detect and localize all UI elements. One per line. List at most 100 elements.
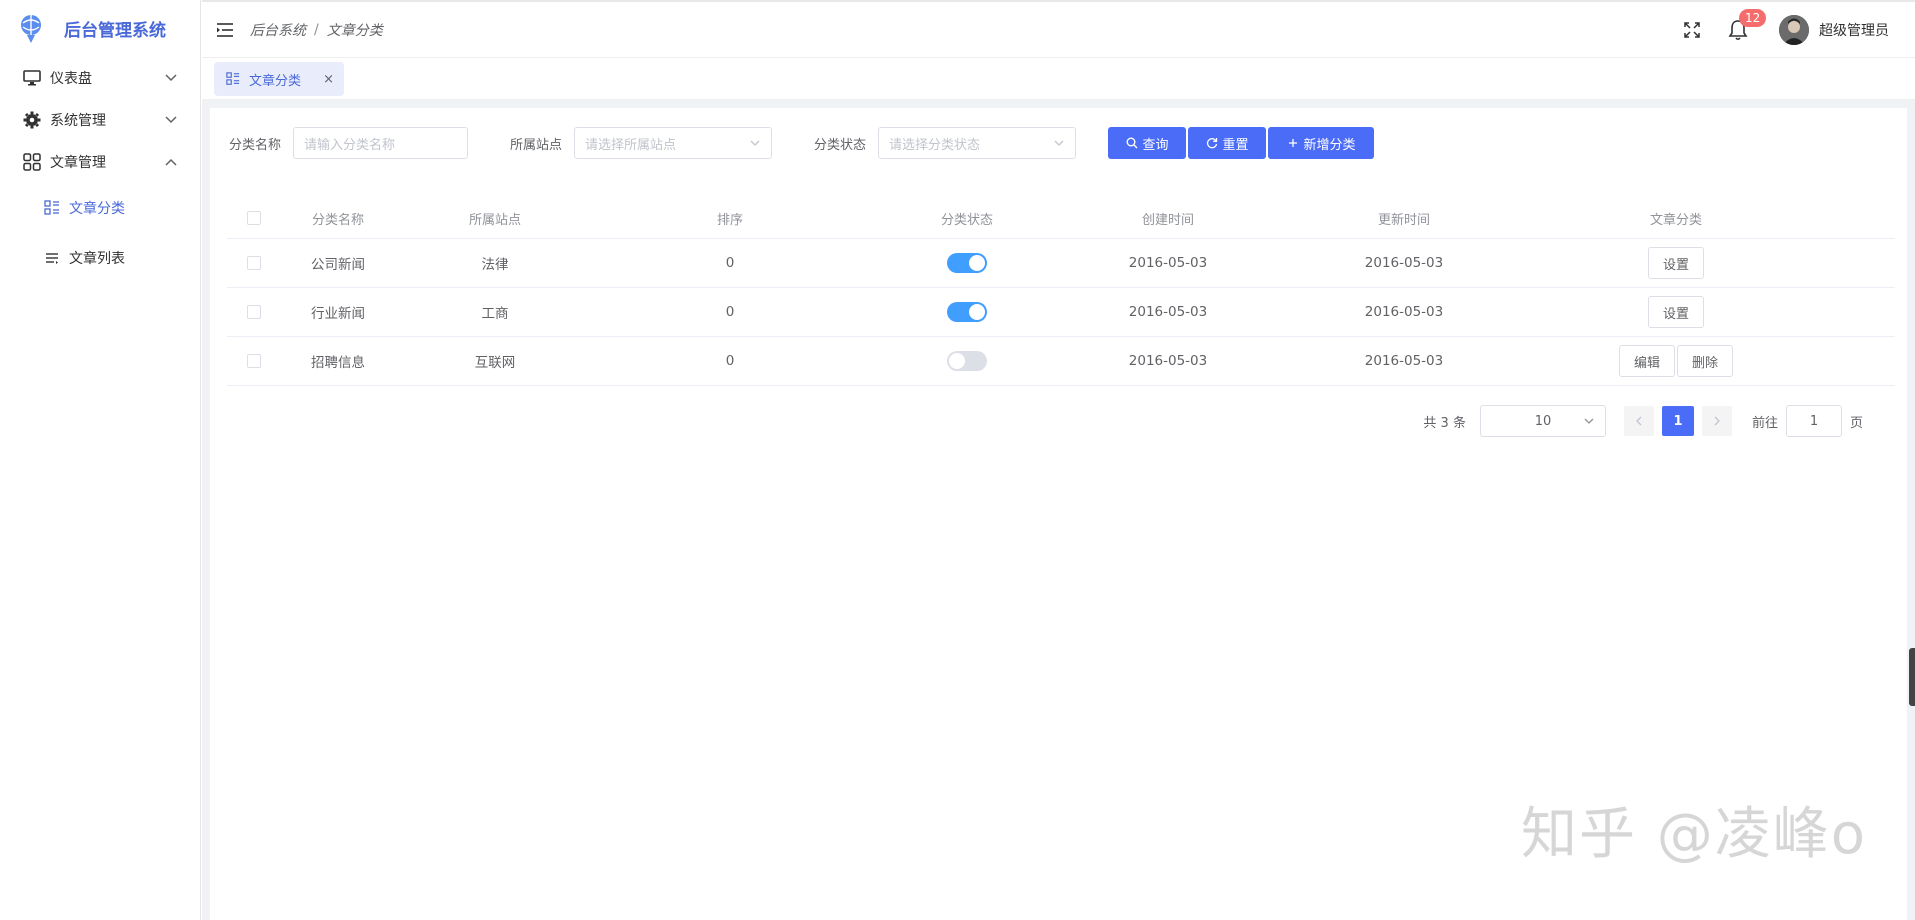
sidebar-subitem-label: 文章列表 bbox=[69, 251, 125, 267]
column-header: 分类状态 bbox=[940, 212, 993, 228]
row-checkbox[interactable] bbox=[246, 354, 261, 368]
gear-icon bbox=[22, 110, 42, 130]
breadcrumb-item[interactable]: 后台系统 bbox=[250, 20, 306, 40]
chevron-up-icon bbox=[164, 155, 178, 169]
settings-button[interactable]: 设置 bbox=[1647, 247, 1704, 279]
logo[interactable]: 后台管理系统 bbox=[0, 0, 200, 57]
top-header: 后台系统 / 文章分类 12 超级管理员 bbox=[202, 0, 1915, 58]
close-icon[interactable]: × bbox=[323, 72, 334, 87]
column-header: 创建时间 bbox=[1141, 212, 1194, 228]
sidebar-item-label: 系统管理 bbox=[50, 113, 106, 129]
refresh-icon bbox=[1206, 137, 1219, 150]
column-header: 分类名称 bbox=[311, 212, 364, 228]
sidebar-item-label: 仪表盘 bbox=[50, 71, 92, 87]
prev-page-button[interactable] bbox=[1623, 406, 1654, 436]
chevron-left-icon bbox=[1636, 416, 1642, 426]
cell-name: 招聘信息 bbox=[311, 355, 365, 371]
settings-button[interactable]: 设置 bbox=[1647, 296, 1704, 328]
edit-button[interactable]: 编辑 bbox=[1618, 345, 1675, 377]
menu-collapse-icon[interactable] bbox=[214, 19, 236, 41]
add-category-button[interactable]: 新增分类 bbox=[1268, 127, 1375, 159]
cell-name: 行业新闻 bbox=[311, 306, 365, 322]
category-name-input[interactable]: 请输入分类名称 bbox=[293, 127, 469, 159]
column-header: 所属站点 bbox=[468, 212, 521, 228]
breadcrumb-item: 文章分类 bbox=[326, 22, 383, 39]
notification-badge: 12 bbox=[1739, 9, 1767, 27]
status-label: 分类状态 bbox=[814, 137, 867, 153]
cell-site: 工商 bbox=[481, 306, 509, 322]
switch-knob bbox=[969, 304, 985, 320]
chevron-down-icon bbox=[164, 71, 178, 85]
sidebar-subitem-list[interactable]: 文章列表 bbox=[0, 233, 200, 283]
site-select[interactable]: 请选择所属站点 bbox=[574, 127, 773, 159]
cell-updated: 2016-05-03 bbox=[1364, 353, 1444, 369]
chevron-down-icon bbox=[164, 113, 178, 127]
page-size-select[interactable]: 10 bbox=[1479, 405, 1606, 437]
sidebar-subitem-label: 文章分类 bbox=[69, 201, 125, 217]
cell-sort: 0 bbox=[725, 255, 735, 271]
column-header: 文章分类 bbox=[1649, 212, 1702, 228]
bell-icon[interactable]: 12 bbox=[1727, 9, 1767, 41]
cell-site: 法律 bbox=[481, 257, 509, 273]
tab-article-category[interactable]: 文章分类 × bbox=[214, 62, 344, 96]
list-icon bbox=[43, 249, 61, 267]
watermark: 知乎 @凌峰o bbox=[1520, 802, 1867, 867]
fullscreen-icon[interactable] bbox=[1681, 19, 1703, 41]
cell-name: 公司新闻 bbox=[311, 257, 365, 273]
search-button-label: 查询 bbox=[1142, 137, 1169, 153]
monitor-icon bbox=[22, 68, 42, 88]
row-checkbox[interactable] bbox=[246, 305, 261, 319]
table-header-row: 分类名称 所属站点 排序 分类状态 创建时间 更新时间 文章分类 bbox=[227, 198, 1895, 239]
site-placeholder: 请选择所属站点 bbox=[585, 137, 677, 153]
add-category-button-label: 新增分类 bbox=[1303, 137, 1356, 153]
status-select[interactable]: 请选择分类状态 bbox=[878, 127, 1077, 159]
sidebar-item-articles[interactable]: 文章管理 bbox=[0, 141, 200, 183]
breadcrumb-separator: / bbox=[314, 21, 319, 38]
site-label: 所属站点 bbox=[510, 137, 563, 153]
delete-button[interactable]: 删除 bbox=[1677, 345, 1734, 377]
row-checkbox[interactable] bbox=[246, 256, 261, 270]
page-unit: 页 bbox=[1849, 415, 1863, 431]
table-row: 行业新闻 工商 0 2016-05-03 2016-05-03 设置 bbox=[227, 288, 1895, 337]
column-header: 排序 bbox=[716, 212, 743, 228]
status-switch[interactable] bbox=[947, 253, 987, 273]
scrollbar-handle[interactable] bbox=[1909, 648, 1915, 706]
sidebar-item-system[interactable]: 系统管理 bbox=[0, 99, 200, 141]
category-name-placeholder: 请输入分类名称 bbox=[304, 137, 396, 153]
search-button[interactable]: 查询 bbox=[1108, 127, 1187, 159]
sidebar-item-dashboard[interactable]: 仪表盘 bbox=[0, 57, 200, 99]
column-header: 更新时间 bbox=[1377, 212, 1430, 228]
category-icon bbox=[43, 199, 61, 217]
cell-updated: 2016-05-03 bbox=[1364, 304, 1444, 320]
sidebar-item-label: 文章管理 bbox=[50, 155, 106, 171]
reset-button[interactable]: 重置 bbox=[1188, 127, 1267, 159]
table-row: 公司新闻 法律 0 2016-05-03 2016-05-03 设置 bbox=[227, 239, 1895, 288]
avatar[interactable] bbox=[1779, 15, 1809, 45]
select-all-cell bbox=[227, 211, 280, 225]
grid-icon bbox=[22, 152, 42, 172]
sidebar-subitem-category[interactable]: 文章分类 bbox=[0, 183, 200, 233]
username[interactable]: 超级管理员 bbox=[1819, 20, 1889, 40]
status-switch[interactable] bbox=[947, 351, 987, 371]
goto-page-input[interactable]: 1 bbox=[1785, 405, 1842, 437]
cell-created: 2016-05-03 bbox=[1128, 304, 1208, 320]
page-number[interactable]: 1 bbox=[1661, 406, 1694, 436]
cell-created: 2016-05-03 bbox=[1128, 255, 1208, 271]
pagination: 共 3 条 10 1 前往 1 页 bbox=[1423, 405, 1863, 437]
goto-label: 前往 bbox=[1751, 415, 1778, 431]
reset-button-label: 重置 bbox=[1222, 137, 1249, 153]
search-icon bbox=[1126, 137, 1139, 150]
status-switch[interactable] bbox=[947, 302, 987, 322]
cell-created: 2016-05-03 bbox=[1128, 353, 1208, 369]
chevron-down-icon bbox=[1053, 137, 1065, 149]
status-placeholder: 请选择分类状态 bbox=[889, 137, 981, 153]
select-all-checkbox[interactable] bbox=[246, 211, 261, 225]
switch-knob bbox=[949, 353, 965, 369]
total-count: 共 3 条 bbox=[1423, 415, 1466, 431]
header-right: 12 超级管理员 bbox=[1681, 2, 1889, 58]
breadcrumb: 后台系统 / 文章分类 bbox=[250, 20, 383, 40]
next-page-button[interactable] bbox=[1701, 406, 1732, 436]
cell-updated: 2016-05-03 bbox=[1364, 255, 1444, 271]
table-row: 招聘信息 互联网 0 2016-05-03 2016-05-03 编辑 删除 bbox=[227, 337, 1895, 386]
chevron-down-icon bbox=[1583, 415, 1595, 427]
